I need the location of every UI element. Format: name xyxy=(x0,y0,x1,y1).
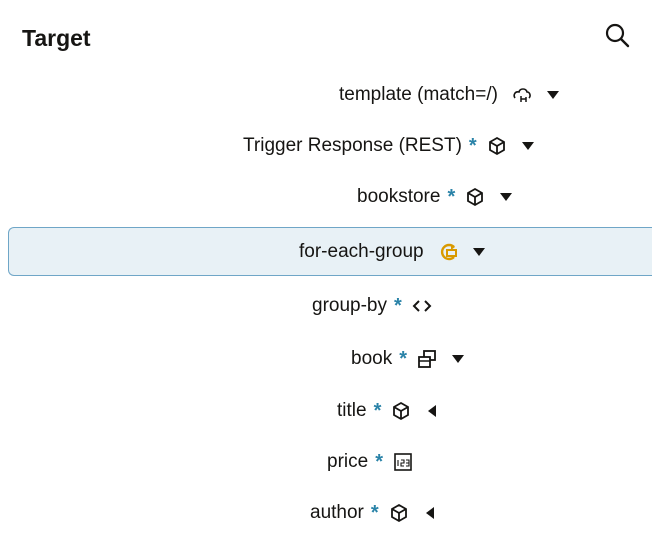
required-marker: * xyxy=(399,347,407,370)
cube-icon xyxy=(465,187,485,207)
node-label: group-by xyxy=(312,295,387,316)
node-label: Trigger Response (REST) xyxy=(243,135,462,156)
expand-down-icon[interactable] xyxy=(451,352,465,366)
tree-node-bookstore[interactable]: bookstore * xyxy=(357,172,513,222)
node-label: book xyxy=(351,348,393,369)
required-marker: * xyxy=(468,134,477,157)
expand-left-icon[interactable] xyxy=(423,506,437,520)
node-label: for-each-group xyxy=(299,240,424,262)
panel-title: Target xyxy=(22,25,91,51)
node-label: price xyxy=(327,451,369,472)
code-icon xyxy=(412,296,432,316)
target-panel: Target template (match=/) Trigger Respon… xyxy=(0,0,652,552)
tree-node-title[interactable]: title * xyxy=(337,386,439,436)
template-icon xyxy=(512,85,532,105)
node-label: bookstore xyxy=(357,186,441,207)
required-marker: * xyxy=(373,399,382,422)
node-label: author xyxy=(310,502,364,523)
tree-node-book[interactable]: book * xyxy=(351,334,465,384)
required-marker: * xyxy=(370,501,379,524)
tree-node-template[interactable]: template (match=/) xyxy=(339,70,560,120)
tree-node-trigger-response[interactable]: Trigger Response (REST) * xyxy=(243,121,535,171)
for-each-group-icon xyxy=(438,242,458,262)
required-marker: * xyxy=(375,450,383,473)
expand-down-icon[interactable] xyxy=(521,139,535,153)
cube-icon xyxy=(391,401,411,421)
tree-node-for-each-group[interactable]: for-each-group xyxy=(8,227,652,276)
tree-node-price[interactable]: price * xyxy=(327,437,413,487)
expand-down-icon[interactable] xyxy=(546,88,560,102)
repeating-element-icon xyxy=(417,349,437,369)
required-marker: * xyxy=(394,294,402,317)
required-marker: * xyxy=(447,185,456,208)
expand-down-icon[interactable] xyxy=(472,245,486,259)
node-label: title xyxy=(337,400,367,421)
number-icon xyxy=(393,452,413,472)
cube-icon xyxy=(487,136,507,156)
tree-node-group-by[interactable]: group-by * xyxy=(312,281,432,331)
search-icon[interactable] xyxy=(603,22,633,52)
expand-down-icon[interactable] xyxy=(499,190,513,204)
cube-icon xyxy=(389,503,409,523)
tree-node-author[interactable]: author * xyxy=(310,488,437,538)
node-label: template (match=/) xyxy=(339,84,498,105)
expand-left-icon[interactable] xyxy=(425,404,439,418)
